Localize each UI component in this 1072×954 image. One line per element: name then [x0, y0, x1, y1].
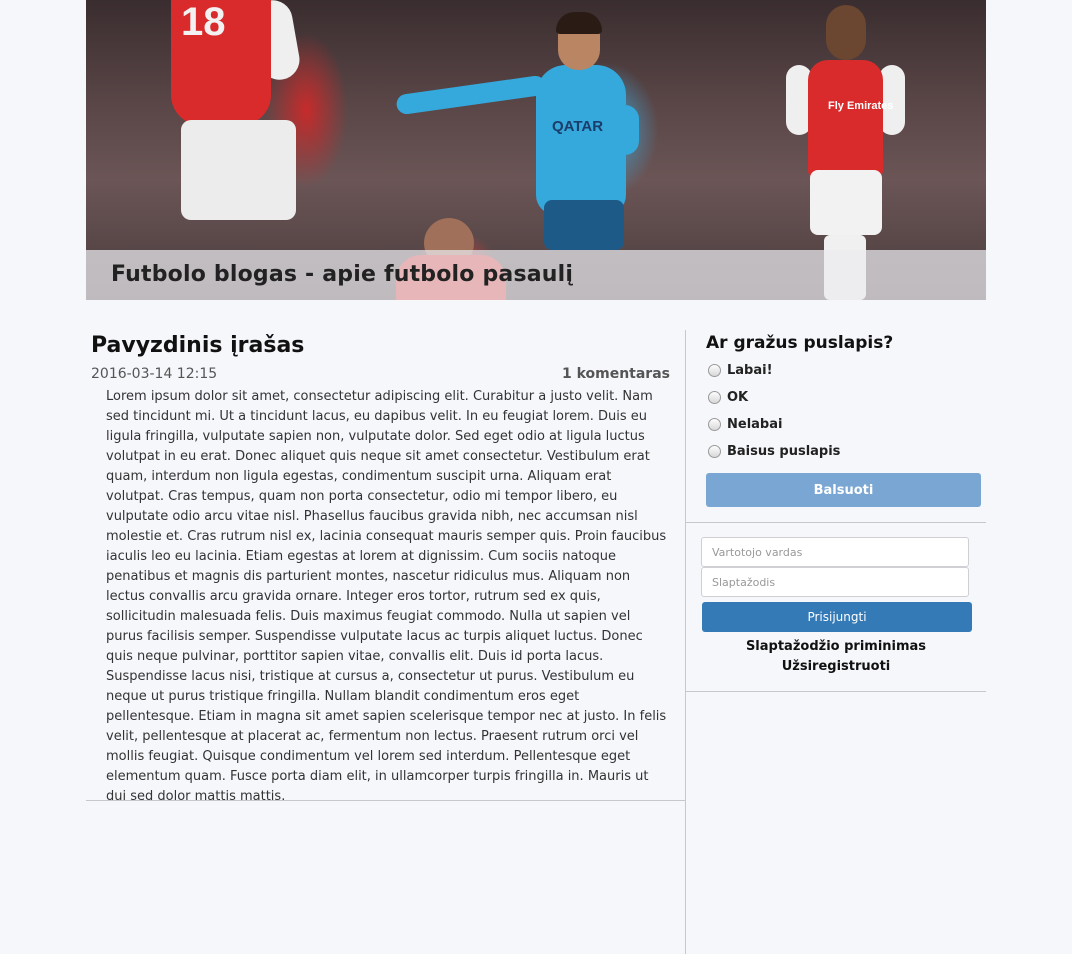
player-mid-hair [556, 12, 602, 34]
poll-option-label: Baisus puslapis [727, 444, 841, 459]
player-right-head [826, 5, 866, 60]
username-field[interactable] [701, 537, 969, 567]
post-date: 2016-03-14 12:15 [91, 366, 218, 382]
player-number: 18 [181, 0, 226, 44]
login-form: Prisijungti Slaptažodžio priminimas Užsi… [686, 523, 986, 692]
jersey-sponsor-red: Fly Emirates [828, 100, 894, 112]
radio-button[interactable] [708, 418, 721, 431]
site-title[interactable]: Futbolo blogas - apie futbolo pasaulį [111, 262, 573, 287]
player-left-shorts [181, 120, 296, 220]
poll-question: Ar gražus puslapis? [706, 333, 894, 353]
poll-widget: Ar gražus puslapis? Labai! OK Nelabai Ba… [686, 330, 986, 523]
forgot-password-link[interactable]: Slaptažodžio priminimas [686, 639, 986, 654]
register-link[interactable]: Užsiregistruoti [686, 659, 986, 674]
poll-option-3[interactable]: Nelabai [708, 417, 782, 432]
post-title[interactable]: Pavyzdinis įrašas [91, 333, 304, 358]
column-divider [685, 800, 686, 954]
page-container: 18 QATAR Fly Emirates Futbolo blogas - a… [86, 0, 986, 954]
radio-button[interactable] [708, 445, 721, 458]
jersey-sponsor-blue: QATAR [552, 118, 604, 135]
password-field[interactable] [701, 567, 969, 597]
poll-option-label: Labai! [727, 363, 773, 378]
login-button[interactable]: Prisijungti [702, 602, 972, 632]
poll-option-label: OK [727, 390, 749, 405]
player-right-shirt [808, 60, 883, 180]
player-mid-shorts [544, 200, 624, 250]
player-mid-arm [395, 74, 547, 116]
poll-option-label: Nelabai [727, 417, 783, 432]
radio-button[interactable] [708, 364, 721, 377]
poll-option-4[interactable]: Baisus puslapis [708, 444, 840, 459]
post-comments-link[interactable]: 1 komentaras [562, 366, 670, 382]
radio-button[interactable] [708, 391, 721, 404]
header-banner: 18 QATAR Fly Emirates Futbolo blogas - a… [86, 0, 986, 300]
poll-option-2[interactable]: OK [708, 390, 748, 405]
player-mid-arm-right [611, 105, 639, 155]
vote-button[interactable]: Balsuoti [706, 473, 981, 507]
main-content: Pavyzdinis įrašas 2016-03-14 12:15 1 kom… [86, 330, 686, 804]
poll-option-1[interactable]: Labai! [708, 363, 773, 378]
player-right-shorts [810, 170, 882, 235]
post-body: Lorem ipsum dolor sit amet, consectetur … [106, 389, 667, 804]
